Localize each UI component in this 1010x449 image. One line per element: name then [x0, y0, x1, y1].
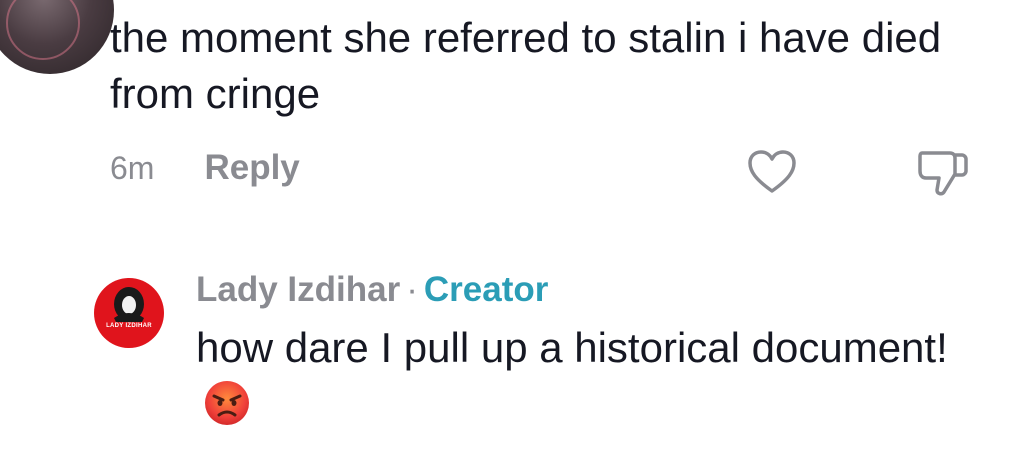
heart-outline-icon[interactable] [747, 149, 797, 195]
angry-face-emoji-icon [205, 380, 249, 425]
separator-dot: · [406, 270, 418, 309]
reply-comment: how dare I pull up a historical document… [196, 320, 976, 432]
thumbs-down-outline-icon[interactable] [916, 147, 970, 197]
comments-panel: the moment she referred to stalin i have… [0, 0, 1010, 449]
avatar-caption: LADY IZDIHAR [106, 323, 152, 329]
creator-badge: Creator [423, 270, 549, 309]
reply-comment-text: how dare I pull up a historical document… [196, 324, 948, 371]
reply-button[interactable]: Reply [204, 148, 299, 188]
author-name[interactable]: Lady Izdihar [196, 268, 400, 312]
creator-avatar[interactable]: LADY IZDIHAR [94, 278, 164, 348]
commenter-avatar[interactable] [0, 0, 114, 74]
comment-timestamp: 6m [110, 149, 155, 186]
avatar-figure-icon [114, 287, 144, 322]
comment-author-row: Lady Izdihar · Creator [196, 268, 548, 312]
comment-meta-row: 6m Reply [110, 148, 300, 188]
comment-text: the moment she referred to stalin i have… [110, 14, 942, 117]
